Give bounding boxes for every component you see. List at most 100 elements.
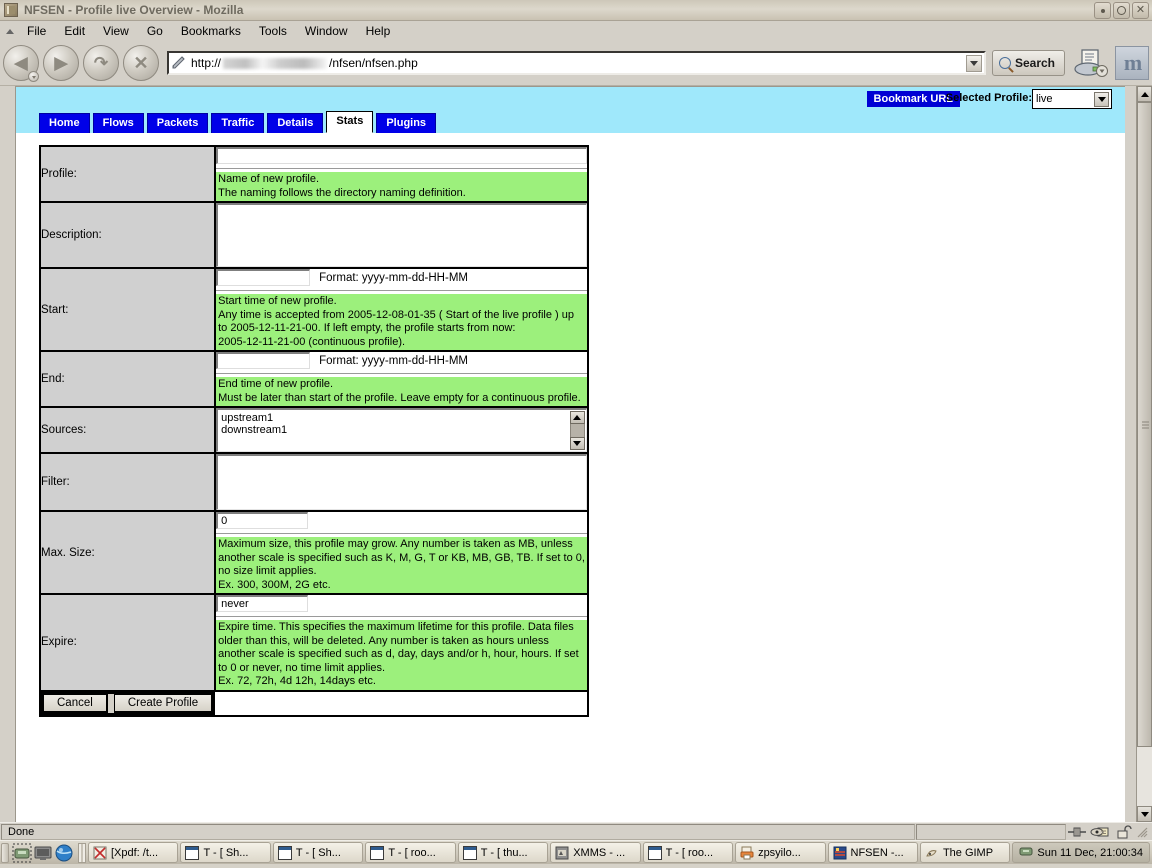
menu-window[interactable]: Window — [296, 22, 357, 40]
menu-file[interactable]: File — [18, 22, 55, 40]
profile-fields-table: Profile: Name of new profile. The naming… — [38, 145, 589, 717]
menu-tools[interactable]: Tools — [250, 22, 296, 40]
forward-button[interactable]: ▶ — [43, 45, 79, 81]
task-button[interactable]: The GIMP — [919, 842, 1011, 863]
clock-button[interactable]: Sun 11 Dec, 21:00:34 — [1012, 842, 1150, 863]
task-button[interactable]: [Xpdf: /t... — [88, 842, 179, 863]
scroll-down-icon[interactable] — [1137, 806, 1152, 822]
tab-packets[interactable]: Packets — [146, 113, 209, 133]
terminal-icon — [185, 845, 200, 860]
scroll-down-icon[interactable] — [569, 437, 585, 450]
page-vertical-scrollbar[interactable] — [1136, 86, 1152, 822]
task-button[interactable]: T - [ Sh... — [272, 842, 364, 863]
chevron-down-icon[interactable] — [1094, 92, 1109, 107]
scroll-track[interactable] — [1137, 102, 1152, 806]
url-text: http:// /nfsen/nfsen.php — [191, 56, 418, 70]
create-profile-button[interactable]: Create Profile — [113, 693, 214, 713]
list-item[interactable]: downstream1 — [221, 424, 586, 436]
table-row: Cancel Create Profile — [40, 691, 588, 716]
menu-view[interactable]: View — [94, 22, 138, 40]
divider — [216, 290, 587, 291]
filter-textarea[interactable] — [216, 454, 587, 510]
browser-launcher-icon[interactable] — [54, 843, 74, 863]
terminal-icon — [462, 845, 477, 860]
back-dropdown-icon[interactable] — [28, 71, 39, 82]
sources-listbox[interactable]: upstream1 downstream1 — [216, 408, 587, 452]
table-row: Profile: Name of new profile. The naming… — [38, 145, 589, 203]
url-host-redacted — [223, 57, 328, 69]
status-progress-cell — [916, 823, 1066, 840]
maxsize-input[interactable]: 0 — [216, 512, 309, 529]
taskbar-handle[interactable] — [1, 842, 9, 863]
description-textarea[interactable] — [216, 203, 587, 267]
terminal-icon — [370, 845, 385, 860]
network-activity-icon[interactable] — [1067, 825, 1087, 839]
task-button[interactable]: T - [ Sh... — [180, 842, 271, 863]
task-button[interactable]: T - [ roo... — [642, 842, 734, 863]
tab-plugins[interactable]: Plugins — [376, 113, 437, 133]
selected-profile-select[interactable]: live — [1032, 89, 1112, 109]
statusbar: Done — [0, 822, 1152, 840]
menubar-grip-icon[interactable] — [4, 23, 14, 39]
table-row: Sources: upstream1 downstream1 — [38, 406, 589, 454]
task-label: The GIMP — [942, 846, 994, 859]
tab-details[interactable]: Details — [267, 113, 324, 133]
navigation-toolbar: ◀ ▶ ↷ ✕ http:// /nfsen/nfsen.php Search … — [0, 41, 1152, 86]
padlock-open-icon[interactable] — [1113, 824, 1133, 839]
tab-home[interactable]: Home — [39, 113, 90, 133]
cancel-button[interactable]: Cancel — [43, 693, 108, 713]
maximize-button[interactable] — [1113, 2, 1130, 19]
resize-grip-icon[interactable] — [1136, 825, 1148, 839]
expire-input[interactable]: never — [216, 595, 309, 612]
web-page: Bookmark URL Selected Profile: live Home… — [15, 86, 1125, 822]
tab-stats[interactable]: Stats — [326, 111, 374, 133]
titlebar: NFSEN - Profile live Overview - Mozilla … — [0, 0, 1152, 21]
task-label: T - [ roo... — [665, 846, 714, 859]
url-bar[interactable]: http:// /nfsen/nfsen.php — [167, 51, 986, 75]
print-button[interactable] — [1071, 44, 1111, 82]
menu-edit[interactable]: Edit — [55, 22, 94, 40]
mozilla-logo-icon[interactable]: m — [1115, 46, 1149, 80]
scroll-thumb[interactable] — [1137, 102, 1152, 747]
back-button[interactable]: ◀ — [3, 45, 39, 82]
scroll-track[interactable] — [569, 424, 585, 437]
profile-input[interactable] — [216, 147, 587, 164]
minimize-button[interactable] — [1094, 2, 1111, 19]
cookie-icon[interactable] — [1090, 825, 1110, 839]
scroll-up-icon[interactable] — [1137, 86, 1152, 102]
task-button[interactable]: T - [ roo... — [365, 842, 456, 863]
status-icon-group — [1067, 824, 1152, 839]
start-input[interactable] — [216, 269, 311, 286]
taskbar-launchers — [10, 843, 76, 863]
label-end: End: — [38, 350, 217, 408]
clock-text: Sun 11 Dec, 21:00:34 — [1037, 846, 1143, 859]
clock-terminal-icon — [1019, 844, 1033, 861]
end-input[interactable] — [216, 352, 311, 369]
label-maxsize: Max. Size: — [38, 510, 217, 595]
task-button[interactable]: zpsyilo... — [735, 842, 826, 863]
menu-bookmarks[interactable]: Bookmarks — [172, 22, 250, 40]
reload-button[interactable]: ↷ — [83, 45, 119, 81]
menu-go[interactable]: Go — [138, 22, 172, 40]
list-item[interactable]: upstream1 — [221, 412, 586, 424]
close-button[interactable]: ✕ — [1132, 2, 1149, 19]
task-button[interactable]: NFSEN -... — [827, 842, 918, 863]
task-label: zpsyilo... — [758, 846, 801, 859]
gimp-icon — [925, 846, 939, 860]
url-history-dropdown-icon[interactable] — [965, 55, 982, 72]
start-help: Start time of new profile. Any time is a… — [216, 294, 587, 350]
menu-help[interactable]: Help — [357, 22, 400, 40]
url-prefix: http:// — [191, 56, 222, 70]
display-launcher-icon[interactable] — [33, 843, 53, 863]
sources-scrollbar[interactable] — [569, 411, 585, 450]
task-button[interactable]: T - [ thu... — [457, 842, 549, 863]
tab-flows[interactable]: Flows — [92, 113, 144, 133]
task-button[interactable]: XMMS - ... — [550, 842, 641, 863]
scroll-up-icon[interactable] — [569, 411, 585, 424]
terminal-icon — [647, 845, 662, 860]
search-button[interactable]: Search — [991, 50, 1065, 76]
divider — [216, 533, 587, 534]
terminal-launcher-icon[interactable] — [12, 843, 32, 863]
stop-button[interactable]: ✕ — [123, 45, 159, 81]
tab-traffic[interactable]: Traffic — [211, 113, 265, 133]
